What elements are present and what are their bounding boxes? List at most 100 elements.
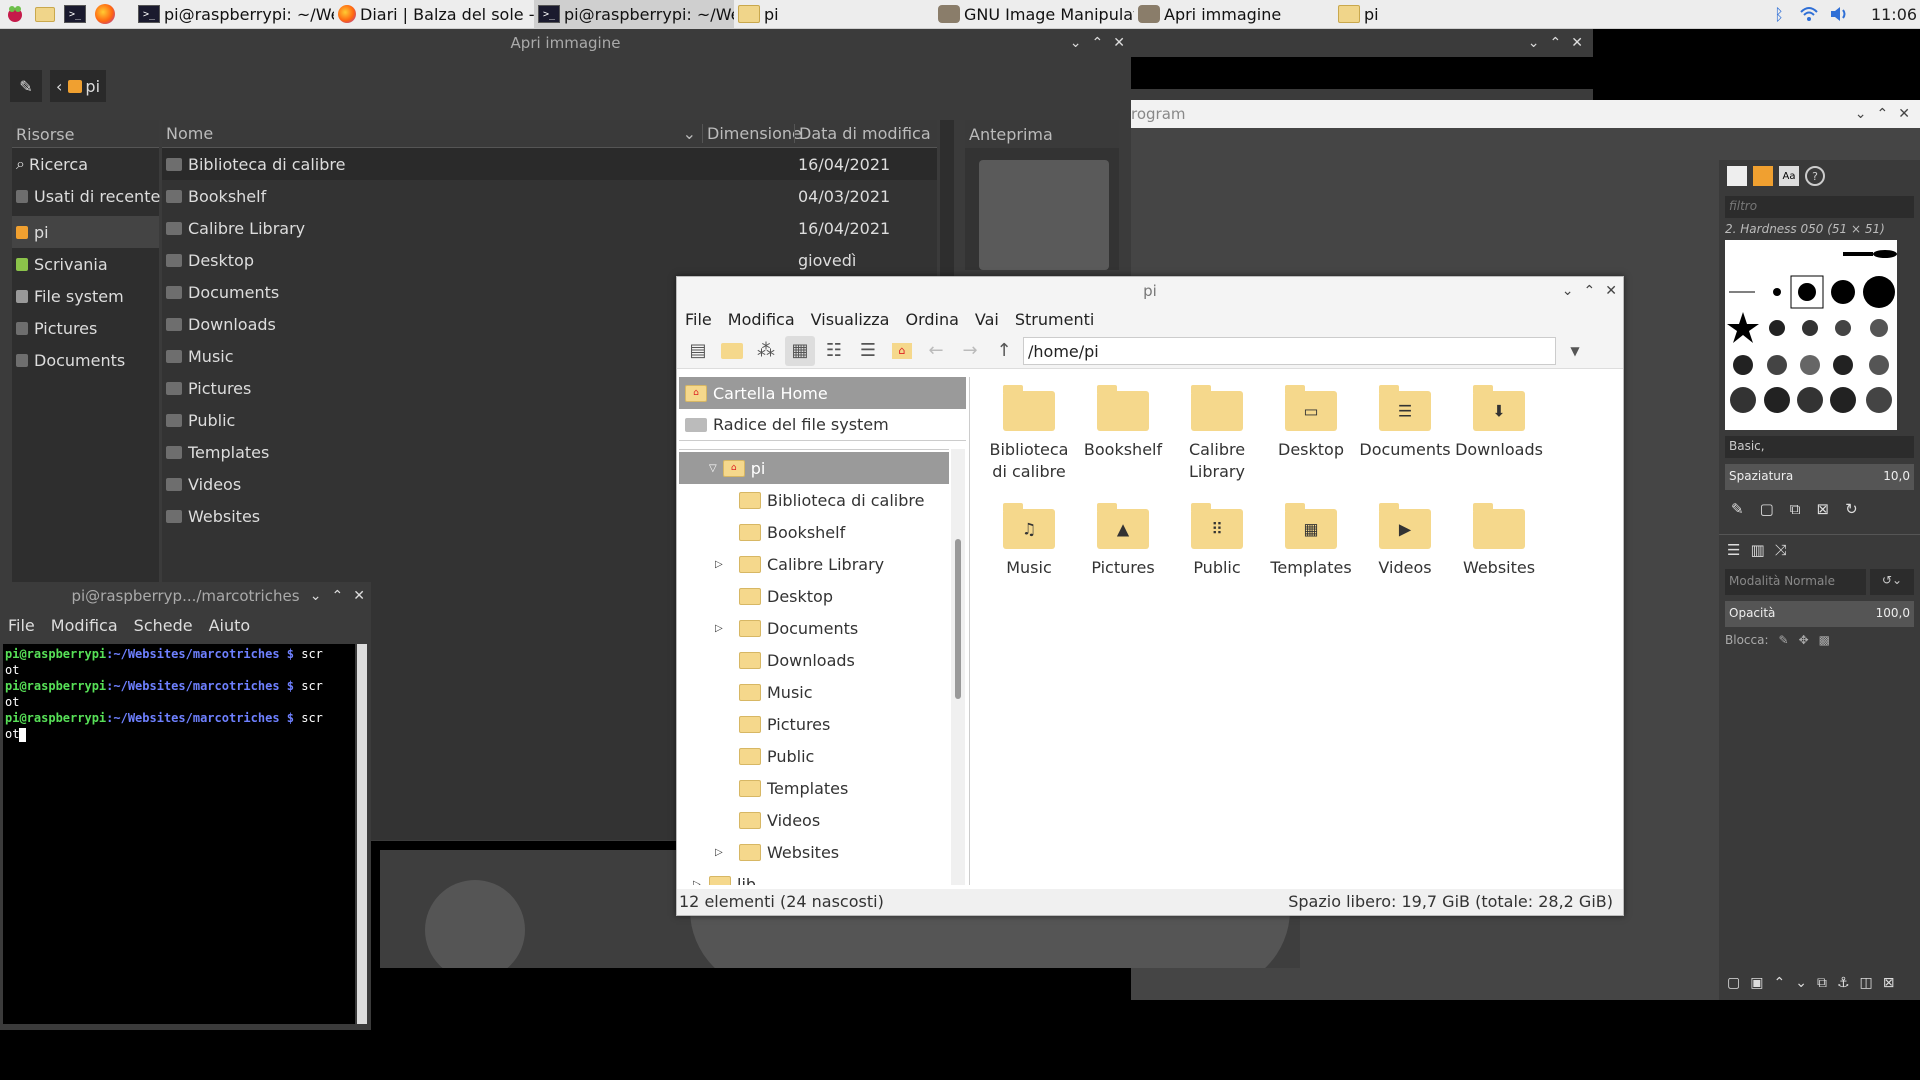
terminal-menu-file[interactable]: File — [0, 616, 43, 635]
minimize-button[interactable]: ⌄ — [310, 588, 322, 604]
new-brush-icon[interactable]: ▢ — [1760, 500, 1774, 518]
column-size[interactable]: Dimensione — [702, 124, 802, 143]
close-button[interactable]: ✕ — [1113, 35, 1125, 51]
place-pictures[interactable]: Pictures — [12, 312, 159, 344]
icon-view-sort-icon[interactable]: ⁂ — [751, 336, 781, 366]
fonts-tab-icon[interactable]: Aa — [1779, 166, 1799, 186]
file-row[interactable]: Bookshelf 04/03/2021 — [162, 180, 937, 212]
tree-item[interactable]: Biblioteca di calibre — [679, 484, 949, 516]
minimize-button[interactable]: ⌄ — [1562, 283, 1574, 299]
column-name[interactable]: Nome ⌄ — [162, 124, 702, 143]
path-dropdown-icon[interactable]: ▼ — [1560, 336, 1590, 366]
refresh-brushes-icon[interactable]: ↻ — [1845, 500, 1858, 518]
lower-layer-icon[interactable]: ⌄ — [1795, 975, 1807, 991]
maximize-button[interactable]: ⌃ — [1584, 283, 1596, 299]
tree-item[interactable]: Public — [679, 740, 949, 772]
place-documents[interactable]: Documents — [12, 344, 159, 376]
folder-item[interactable]: ♫ Music — [982, 499, 1076, 617]
place-filesystem[interactable]: File system — [12, 280, 159, 312]
folder-item[interactable]: ▭ Desktop — [1264, 381, 1358, 499]
terminal-menu-tabs[interactable]: Schede — [126, 616, 201, 635]
place-desktop[interactable]: Scrivania — [12, 248, 159, 280]
new-layer-group-icon[interactable]: ▣ — [1750, 975, 1763, 991]
path-back-icon[interactable]: ‹ — [56, 77, 62, 96]
raise-layer-icon[interactable]: ⌃ — [1773, 975, 1785, 991]
file-manager-launcher-icon[interactable] — [34, 3, 56, 25]
list-view-icon[interactable]: ☰ — [853, 336, 883, 366]
column-date[interactable]: Data di modifica — [794, 124, 934, 143]
tree-scrollbar[interactable] — [951, 449, 965, 885]
path-input[interactable]: /home/pi — [1023, 336, 1556, 365]
volume-icon[interactable] — [1828, 3, 1850, 25]
menu-edit[interactable]: Modifica — [720, 310, 803, 329]
place-recent[interactable]: Usati di recente — [12, 180, 160, 212]
path-button-pi[interactable]: pi — [68, 77, 100, 96]
reset-mode-icon[interactable]: ↺⌄ — [1870, 569, 1914, 595]
opacity-slider[interactable]: Opacità 100,0 — [1725, 601, 1914, 627]
file-row[interactable]: Biblioteca di calibre 16/04/2021 — [162, 148, 937, 180]
file-row[interactable]: Desktop giovedì — [162, 244, 937, 276]
task-folder-1[interactable]: pi — [734, 0, 934, 29]
wifi-icon[interactable] — [1798, 3, 1820, 25]
menu-sort[interactable]: Ordina — [897, 310, 966, 329]
patterns-tab-icon[interactable] — [1753, 166, 1773, 186]
expand-arrow-icon[interactable]: ▷ — [715, 847, 731, 858]
lock-alpha-icon[interactable]: ▩ — [1819, 633, 1830, 647]
tree-item[interactable]: ▷ Documents — [679, 612, 949, 644]
type-location-button[interactable]: ✎ — [10, 70, 42, 102]
menu-file[interactable]: File — [677, 310, 720, 329]
expand-arrow-icon[interactable]: ▷ — [715, 559, 731, 570]
duplicate-brush-icon[interactable]: ⧉ — [1790, 500, 1801, 518]
firefox-launcher-icon[interactable] — [94, 3, 116, 25]
icon-view-icon[interactable]: ▦ — [785, 335, 815, 366]
help-icon[interactable]: ? — [1805, 166, 1825, 186]
maximize-button[interactable]: ⌃ — [332, 588, 344, 604]
brush-filter-input[interactable]: filtro — [1725, 196, 1914, 218]
expand-arrow-icon[interactable]: ▷ — [715, 623, 731, 634]
place-root[interactable]: Radice del file system — [679, 409, 966, 441]
brush-grid[interactable] — [1725, 240, 1897, 430]
menu-view[interactable]: Visualizza — [803, 310, 898, 329]
terminal-scrollbar[interactable] — [357, 644, 367, 1024]
terminal-launcher-icon[interactable]: >_ — [64, 3, 86, 25]
lock-position-icon[interactable]: ✥ — [1799, 633, 1809, 647]
place-pi[interactable]: pi — [12, 216, 159, 248]
layer-mode-select[interactable]: Modalità Normale — [1725, 569, 1866, 595]
close-button[interactable]: ✕ — [1605, 283, 1617, 299]
delete-brush-icon[interactable]: ⊠ — [1816, 500, 1829, 518]
layer-mask-icon[interactable]: ◫ — [1860, 975, 1873, 991]
new-folder-icon[interactable] — [717, 336, 747, 366]
duplicate-layer-icon[interactable]: ⧉ — [1817, 975, 1827, 991]
anchor-layer-icon[interactable]: ⚓ — [1837, 975, 1850, 991]
new-layer-icon[interactable]: ▢ — [1727, 975, 1740, 991]
maximize-button[interactable]: ⌃ — [1877, 106, 1889, 122]
tree-item[interactable]: Templates — [679, 772, 949, 804]
menu-go[interactable]: Vai — [967, 310, 1007, 329]
delete-layer-icon[interactable]: ⊠ — [1883, 975, 1895, 991]
terminal-output[interactable]: pi@raspberrypi:~/Websites/marcotriches $… — [3, 644, 355, 1024]
task-firefox[interactable]: Diari | Balza del sole - … — [334, 0, 534, 29]
file-row[interactable]: Calibre Library 16/04/2021 — [162, 212, 937, 244]
tree-item[interactable]: Bookshelf — [679, 516, 949, 548]
folder-item[interactable]: Biblioteca di calibre — [982, 381, 1076, 499]
folder-item[interactable]: Calibre Library — [1170, 381, 1264, 499]
tree-item[interactable]: Pictures — [679, 708, 949, 740]
close-button[interactable]: ✕ — [1898, 106, 1910, 122]
paths-tab-icon[interactable]: ⤨ — [1775, 541, 1787, 559]
forward-icon[interactable]: → — [955, 336, 985, 366]
task-terminal-1[interactable]: >_pi@raspberrypi: ~/We… — [134, 0, 334, 29]
brush-set-select[interactable]: Basic, — [1725, 436, 1914, 458]
folder-item[interactable]: Bookshelf — [1076, 381, 1170, 499]
tree-item[interactable]: ▷ Calibre Library — [679, 548, 949, 580]
compact-view-icon[interactable]: ☷ — [819, 336, 849, 366]
expand-arrow-icon[interactable]: ▷ — [693, 879, 709, 886]
place-search[interactable]: ⌕ Ricerca — [12, 148, 159, 180]
folder-item[interactable]: ▶ Videos — [1358, 499, 1452, 617]
place-home[interactable]: ⌂ Cartella Home — [679, 377, 966, 409]
tree-item[interactable]: Music — [679, 676, 949, 708]
raspberry-menu-icon[interactable] — [4, 3, 26, 25]
folder-item[interactable]: ▲ Pictures — [1076, 499, 1170, 617]
minimize-button[interactable]: ⌄ — [1855, 106, 1867, 122]
tree-item-lib[interactable]: ▷ lib — [679, 868, 949, 885]
tree-item[interactable]: Desktop — [679, 580, 949, 612]
